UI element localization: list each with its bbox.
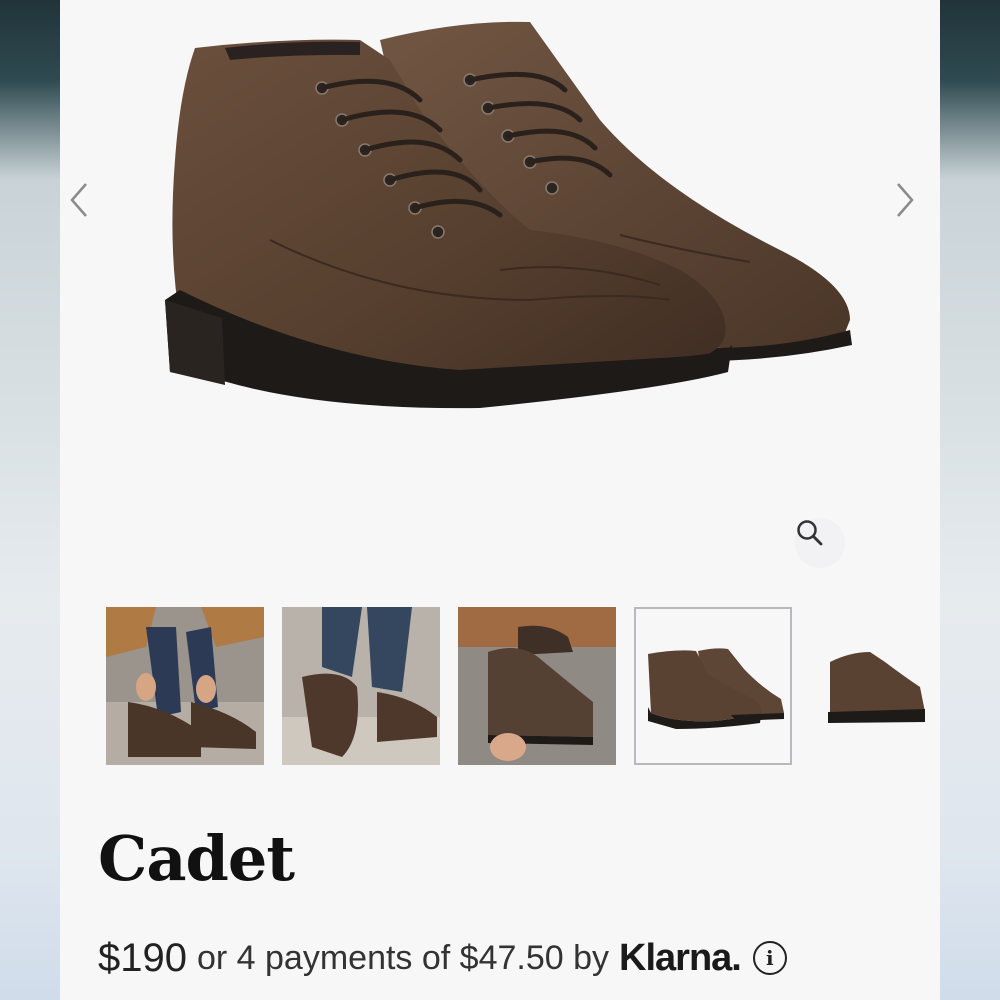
thumbnail-side-view[interactable] xyxy=(810,607,940,765)
product-title: Cadet xyxy=(98,822,295,895)
zoom-button[interactable] xyxy=(795,518,845,568)
product-hero-image[interactable] xyxy=(60,0,940,580)
price-row: $190 or 4 payments of $47.50 by Klarna. … xyxy=(98,930,787,986)
installment-text: or 4 payments of $47.50 by xyxy=(196,938,610,977)
thumbnail-holding-boot[interactable] xyxy=(458,607,616,765)
next-image-button[interactable] xyxy=(894,180,934,236)
previous-image-button[interactable] xyxy=(68,180,108,236)
thumbnail-strip xyxy=(106,607,940,765)
product-price: $190 xyxy=(98,935,187,980)
chevron-left-icon xyxy=(70,183,87,217)
product-page: Cadet $190 or 4 payments of $47.50 by Kl… xyxy=(60,0,940,1000)
zoom-icon xyxy=(797,520,823,546)
thumbnail-product-selected[interactable] xyxy=(634,607,792,765)
klarna-logo[interactable]: Klarna. xyxy=(619,937,742,980)
thumbnail-lacing-boots[interactable] xyxy=(106,607,264,765)
info-icon[interactable]: i xyxy=(752,941,787,975)
thumbnail-walking[interactable] xyxy=(282,607,440,765)
chevron-right-icon xyxy=(897,183,914,217)
